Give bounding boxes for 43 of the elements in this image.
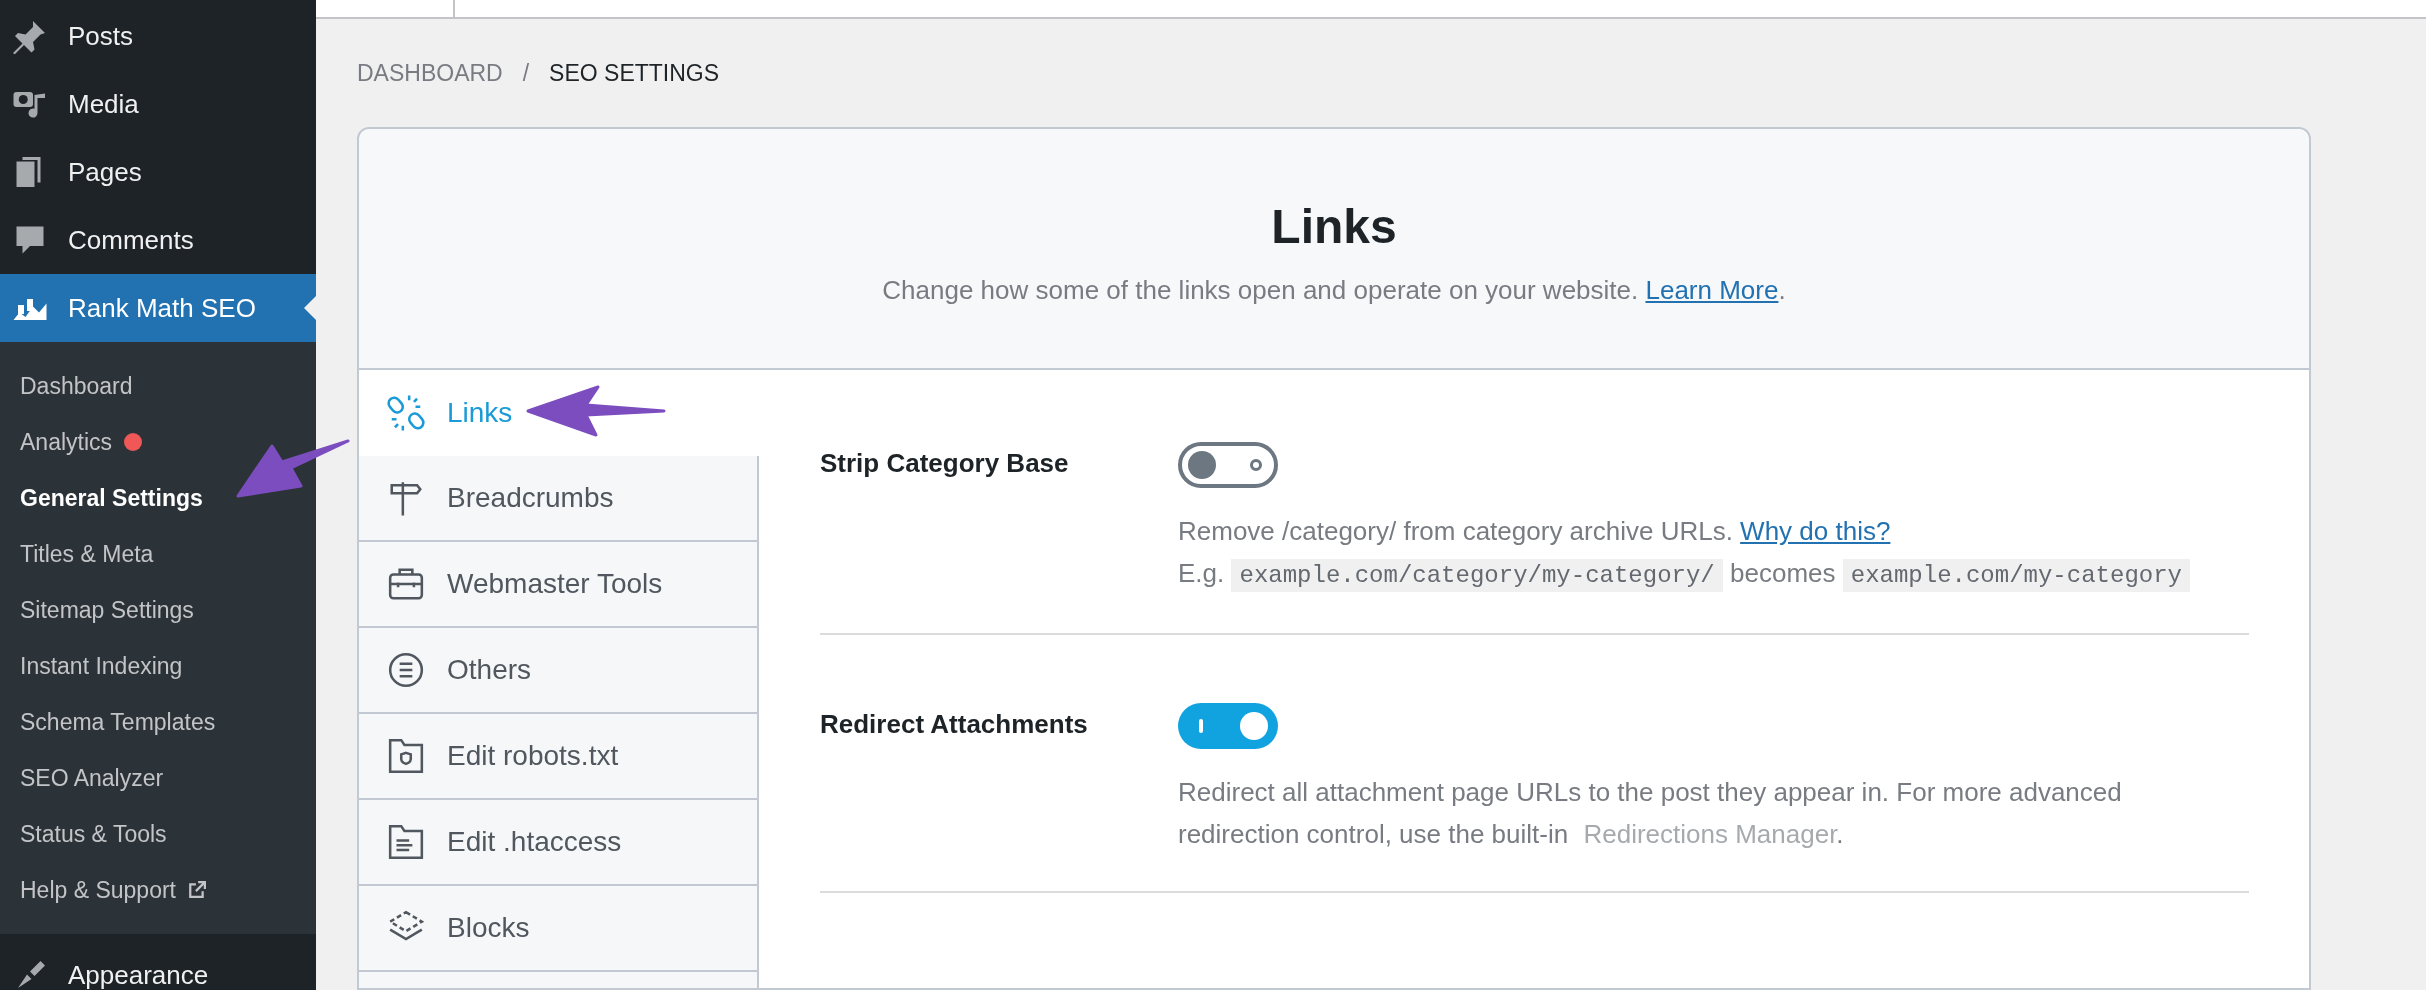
toggle-switch[interactable]: [1178, 703, 1278, 749]
breadcrumb-current: SEO SETTINGS: [549, 58, 720, 88]
signpost-icon: [387, 479, 425, 517]
breadcrumb-separator: /: [522, 58, 530, 88]
submenu-item[interactable]: Status & Tools: [0, 806, 316, 862]
panel-subtitle: Change how some of the links open and operate on your website. Learn More.: [882, 274, 1786, 307]
current-menu-pointer: [304, 296, 316, 320]
learn-more-link[interactable]: Learn More: [1645, 275, 1779, 305]
submenu-item[interactable]: Schema Templates: [0, 694, 316, 750]
toggle-switch[interactable]: [1178, 442, 1278, 488]
toolbox-icon: [387, 565, 425, 603]
submenu-item[interactable]: Instant Indexing: [0, 638, 316, 694]
submenu-item[interactable]: Dashboard: [0, 358, 316, 414]
pin-icon: [12, 18, 48, 54]
shield-folder-icon: [387, 737, 425, 775]
submenu-item[interactable]: Sitemap Settings: [0, 582, 316, 638]
settings-tab[interactable]: Breadcrumbs: [359, 456, 759, 542]
menu-item[interactable]: Appearance: [0, 934, 316, 990]
help-link[interactable]: Why do this?: [1740, 516, 1891, 546]
setting-description: Redirect all attachment page URLs to the post they appear in. For more advanced redirection control, use the built-in Redirections Manager.: [1178, 776, 2123, 851]
list-circle-icon: [387, 651, 425, 689]
setting-label: Strip Category Base: [820, 447, 1070, 480]
submenu-item[interactable]: Help & Support: [0, 862, 316, 918]
document-folder-icon: [387, 823, 425, 861]
breadcrumb-link[interactable]: DASHBOARD: [357, 55, 503, 91]
submenu-item[interactable]: General Settings: [0, 470, 316, 526]
menu-item[interactable]: Rank Math SEO: [0, 274, 316, 342]
menu-item[interactable]: Posts: [0, 2, 316, 70]
menu-item[interactable]: Media: [0, 70, 316, 138]
settings-tab[interactable]: Webmaster Tools: [359, 542, 759, 628]
submenu-item[interactable]: Titles & Meta: [0, 526, 316, 582]
submenu-item[interactable]: Analytics: [0, 414, 316, 470]
settings-tab[interactable]: Edit robots.txt: [359, 714, 759, 800]
settings-tab[interactable]: Edit .htaccess: [359, 800, 759, 886]
panel-title: Links: [1271, 203, 1397, 251]
submenu-item[interactable]: SEO Analyzer: [0, 750, 316, 806]
setting-label: Redirect Attachments: [820, 708, 1089, 741]
setting-description: Remove /category/ from category archive URLs. Why do this? E.g. example.com/category/my-category/ becomes example.com/my-category: [1178, 510, 2190, 597]
settings-tab[interactable]: Others: [359, 628, 759, 714]
menu-item[interactable]: Comments: [0, 206, 316, 274]
settings-tab[interactable]: Blocks: [359, 886, 759, 972]
broken-link-icon: [387, 394, 425, 432]
menu-item[interactable]: Pages: [0, 138, 316, 206]
